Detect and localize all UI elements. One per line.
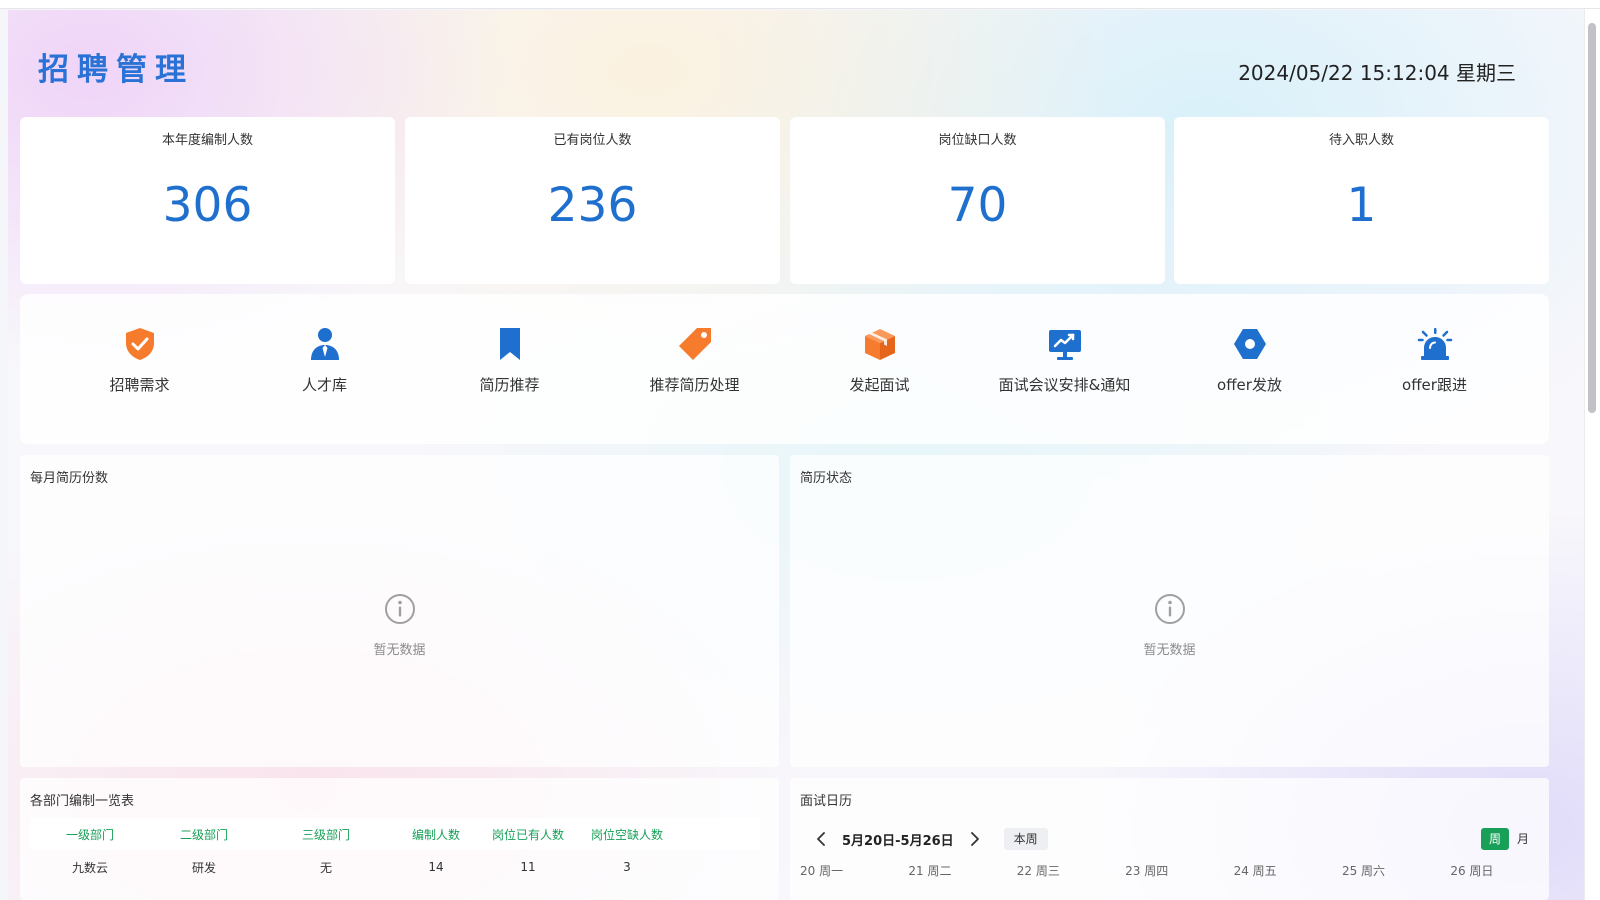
- table-header-row: 一级部门 二级部门 三级部门 编制人数 岗位已有人数 岗位空缺人数: [30, 818, 760, 850]
- action-resume-recommend[interactable]: 简历推荐: [417, 326, 602, 395]
- column-header[interactable]: 三级部门: [258, 818, 394, 850]
- stat-value: 1: [1346, 178, 1377, 233]
- column-header[interactable]: 二级部门: [150, 818, 258, 850]
- stat-label: 待入职人数: [1328, 133, 1394, 148]
- stat-value: 70: [947, 178, 1008, 233]
- interview-calendar-panel: 面试日历 5月20日-5月26日 本周 周 月 20 周一 21 周二 22 周…: [790, 778, 1549, 900]
- action-label: offer跟进: [1402, 376, 1467, 394]
- day-header: 25 周六: [1341, 864, 1386, 878]
- table-row[interactable]: 九数云 研发 无 14 11 3: [30, 850, 760, 884]
- empty-text: 暂无数据: [1143, 643, 1196, 658]
- column-header-spacer: [676, 818, 760, 850]
- stat-card-current-staff: 已有岗位人数 236: [405, 117, 780, 284]
- page-title: 招聘管理: [38, 52, 194, 88]
- panel-title: 各部门编制一览表: [30, 794, 135, 809]
- view-week-button[interactable]: 周: [1480, 828, 1509, 850]
- table-cell: 研发: [191, 860, 216, 875]
- box-icon: [862, 326, 898, 362]
- monthly-resumes-panel: 每月简历份数 暂无数据: [20, 455, 779, 767]
- action-offer-followup[interactable]: offer跟进: [1342, 326, 1527, 395]
- action-label: 推荐简历处理: [649, 376, 740, 394]
- this-week-button[interactable]: 本周: [1003, 828, 1048, 850]
- day-header: 20 周一: [800, 864, 844, 878]
- panel-title: 简历状态: [800, 471, 853, 486]
- stat-label: 岗位缺口人数: [938, 133, 1017, 148]
- chevron-right-icon: [970, 832, 979, 846]
- column-header[interactable]: 岗位已有人数: [478, 818, 578, 850]
- browser-top-edge: [0, 0, 1600, 9]
- column-header[interactable]: 岗位空缺人数: [578, 818, 676, 850]
- table-cell: 11: [520, 860, 536, 874]
- table-cell-spacer: [676, 850, 760, 884]
- day-header: 26 周日: [1450, 864, 1494, 878]
- column-header[interactable]: 编制人数: [394, 818, 478, 850]
- info-icon: [1154, 593, 1186, 625]
- action-label: 招聘需求: [109, 376, 170, 394]
- calendar-range: 5月20日-5月26日: [842, 833, 954, 849]
- table-cell: 14: [428, 860, 444, 874]
- tag-icon: [677, 326, 713, 362]
- scrollbar-thumb[interactable]: [1588, 23, 1596, 413]
- table-cell: 无: [319, 860, 332, 875]
- column-header[interactable]: 一级部门: [30, 818, 150, 850]
- prev-week-button[interactable]: [810, 828, 832, 850]
- view-month-button[interactable]: 月: [1509, 828, 1537, 850]
- empty-state: 暂无数据: [20, 593, 779, 658]
- page-scrollbar[interactable]: [1584, 9, 1600, 900]
- hexagon-icon: [1232, 326, 1268, 362]
- calendar-nav: 5月20日-5月26日 本周: [810, 828, 1048, 850]
- dept-headcount-panel: 各部门编制一览表 一级部门 二级部门 三级部门 编制人数 岗位已有人数 岗位空缺…: [20, 778, 779, 900]
- action-label: 面试会议安排&通知: [998, 376, 1131, 394]
- shield-check-icon: [122, 326, 158, 362]
- table-cell: 九数云: [71, 860, 108, 875]
- recruitment-dashboard: 招聘管理 2024/05/22 15:12:04 星期三 本年度编制人数 306…: [8, 10, 1584, 900]
- day-header: 21 周二: [908, 864, 952, 878]
- empty-state: 暂无数据: [790, 593, 1549, 658]
- action-start-interview[interactable]: 发起面试: [787, 326, 972, 395]
- stat-card-vacancies: 岗位缺口人数 70: [790, 117, 1165, 284]
- action-offer-issue[interactable]: offer发放: [1157, 326, 1342, 395]
- stat-label: 本年度编制人数: [161, 133, 253, 148]
- action-interview-meeting-notify[interactable]: 面试会议安排&通知: [972, 326, 1157, 395]
- action-label: 发起面试: [849, 376, 910, 394]
- stat-card-pending-onboard: 待入职人数 1: [1174, 117, 1549, 284]
- user-tie-icon: [307, 326, 343, 362]
- stat-value: 306: [162, 178, 253, 233]
- calendar-day-headers: 20 周一 21 周二 22 周三 23 周四 24 周五 25 周六 26 周…: [790, 862, 1549, 879]
- dept-headcount-table: 一级部门 二级部门 三级部门 编制人数 岗位已有人数 岗位空缺人数 九数云 研发…: [30, 818, 760, 884]
- next-week-button[interactable]: [964, 828, 986, 850]
- stat-value: 236: [547, 178, 638, 233]
- action-process-recommended-resumes[interactable]: 推荐简历处理: [602, 326, 787, 395]
- action-label: 人才库: [301, 376, 347, 394]
- presentation-icon: [1047, 326, 1083, 362]
- chevron-left-icon: [817, 832, 825, 846]
- action-talent-pool[interactable]: 人才库: [232, 326, 417, 395]
- action-label: 简历推荐: [479, 376, 540, 394]
- day-header: 23 周四: [1125, 864, 1169, 878]
- day-header: 22 周三: [1016, 864, 1060, 878]
- panel-title: 每月简历份数: [30, 471, 109, 486]
- panel-title: 面试日历: [800, 794, 853, 809]
- action-label: offer发放: [1217, 376, 1282, 394]
- quick-actions-bar: 招聘需求 人才库 简历推荐 推荐简历处理 发起面试 面试会议安排&通知 offe…: [20, 294, 1549, 444]
- bookmark-icon: [492, 326, 528, 362]
- current-datetime: 2024/05/22 15:12:04 星期三: [1238, 61, 1516, 85]
- resume-status-panel: 简历状态 暂无数据: [790, 455, 1549, 767]
- alarm-icon: [1417, 326, 1453, 362]
- info-icon: [384, 593, 416, 625]
- empty-text: 暂无数据: [373, 643, 426, 658]
- table-cell: 3: [623, 860, 631, 874]
- day-header: 24 周五: [1233, 864, 1277, 878]
- stat-label: 已有岗位人数: [553, 133, 632, 148]
- action-recruitment-demand[interactable]: 招聘需求: [47, 326, 232, 395]
- stat-card-annual-headcount: 本年度编制人数 306: [20, 117, 395, 284]
- calendar-view-toggle: 周 月: [1480, 828, 1537, 850]
